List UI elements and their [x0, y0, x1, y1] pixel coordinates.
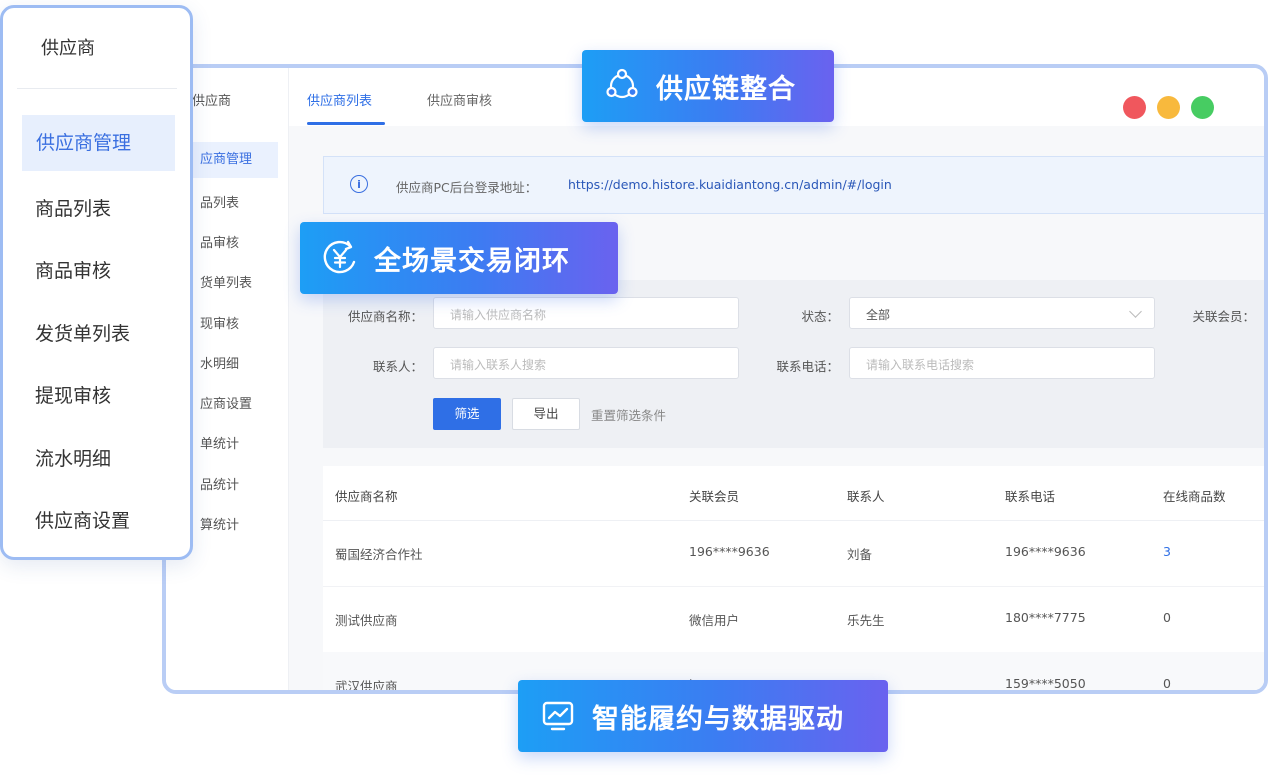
- cell-member: 微信用户: [689, 613, 740, 628]
- cell-phone: 159****5050: [1005, 676, 1086, 691]
- cell-online-goods-count: 0: [1163, 676, 1171, 691]
- sidebar-item-cashflow[interactable]: 水明细: [200, 353, 239, 372]
- menu-item-supplier-settings[interactable]: 供应商设置: [35, 506, 130, 533]
- menu-divider: [17, 88, 177, 89]
- table-row[interactable]: 蜀国经济合作社 196****9636 刘备 196****9636 3: [323, 520, 1264, 587]
- main-content: 供应商列表 供应商审核 i 供应商PC后台登录地址： https://demo.…: [289, 68, 1264, 694]
- login-url-notice: i 供应商PC后台登录地址： https://demo.histore.kuai…: [323, 156, 1264, 214]
- badge-transaction: 全场景交易闭环: [300, 222, 618, 294]
- sidebar-item-goods-stats[interactable]: 品统计: [200, 474, 239, 493]
- badge-supply-chain-label: 供应链整合: [656, 73, 796, 105]
- sidebar-item-settlement-stats[interactable]: 算统计: [200, 514, 239, 533]
- contact-label: 联系人：: [372, 359, 423, 374]
- menu-item-withdraw-review[interactable]: 提现审核: [35, 381, 111, 408]
- cell-phone: 196****9636: [1005, 544, 1086, 559]
- yuan-cycle-icon: [323, 240, 356, 274]
- filter-panel: 供应商名称： 请输入供应商名称 状态： 全部 关联会员： 联系人： 请输入联系人…: [323, 280, 1264, 448]
- sidebar-item-order-stats[interactable]: 单统计: [200, 433, 239, 452]
- menu-title: 供应商: [41, 38, 95, 59]
- menu-item-supplier-manage[interactable]: 供应商管理: [22, 115, 175, 171]
- info-icon: i: [350, 175, 368, 193]
- chevron-down-icon: [1129, 305, 1142, 318]
- cell-online-goods-count: 0: [1163, 610, 1171, 625]
- filter-button[interactable]: 筛选: [433, 398, 501, 430]
- sidebar-item-supplier-manage[interactable]: 应商管理: [192, 142, 278, 178]
- sidebar-item-goods-list[interactable]: 品列表: [200, 192, 239, 211]
- table-row[interactable]: 测试供应商 微信用户 乐先生 180****7775 0: [323, 586, 1264, 653]
- sidebar-title: 供应商: [192, 94, 232, 109]
- status-label: 状态：: [801, 309, 839, 324]
- minimize-dot[interactable]: [1157, 96, 1180, 119]
- contact-input[interactable]: 请输入联系人搜索: [433, 347, 739, 379]
- status-select[interactable]: 全部: [849, 297, 1155, 329]
- badge-transaction-label: 全场景交易闭环: [374, 245, 570, 277]
- tab-active-indicator: [307, 122, 385, 125]
- cell-contact: 乐先生: [847, 613, 885, 628]
- column-header: 关联会员: [689, 489, 740, 504]
- reset-filter-link[interactable]: 重置筛选条件: [591, 405, 666, 424]
- status-value: 全部: [866, 308, 891, 322]
- phone-label: 联系电话：: [776, 359, 839, 374]
- login-url-link[interactable]: https://demo.histore.kuaidiantong.cn/adm…: [568, 177, 892, 192]
- sidebar-item-supplier-settings[interactable]: 应商设置: [200, 393, 252, 412]
- menu-item-goods-list[interactable]: 商品列表: [35, 194, 111, 221]
- supplier-menu-card: 供应商 供应商管理 商品列表 商品审核 发货单列表 提现审核 流水明细 供应商设…: [0, 5, 193, 560]
- close-dot[interactable]: [1123, 96, 1146, 119]
- tab-supplier-list[interactable]: 供应商列表: [307, 90, 372, 109]
- badge-fulfillment-label: 智能履约与数据驱动: [592, 703, 844, 735]
- table-header: 供应商名称 关联会员 联系人 联系电话 在线商品数: [323, 466, 1264, 521]
- export-button[interactable]: 导出: [512, 398, 580, 430]
- supplier-table: 供应商名称 关联会员 联系人 联系电话 在线商品数 蜀国经济合作社 196***…: [323, 466, 1264, 694]
- column-header: 供应商名称: [335, 489, 398, 504]
- share-nodes-icon: [606, 68, 638, 99]
- menu-item-cashflow[interactable]: 流水明细: [35, 444, 111, 471]
- app-window: 供应商 应商管理 品列表 品审核 货单列表 现审核 水明细 应商设置 单统计 品…: [162, 64, 1268, 694]
- cell-supplier-name: 蜀国经济合作社: [335, 547, 423, 562]
- tab-supplier-review[interactable]: 供应商审核: [427, 90, 492, 109]
- menu-item-shipping-list[interactable]: 发货单列表: [35, 319, 130, 346]
- phone-input[interactable]: 请输入联系电话搜索: [849, 347, 1155, 379]
- member-label: 关联会员：: [1192, 309, 1255, 324]
- cell-online-goods-count[interactable]: 3: [1163, 544, 1171, 559]
- supplier-name-input[interactable]: 请输入供应商名称: [433, 297, 739, 329]
- badge-fulfillment: 智能履约与数据驱动: [518, 680, 888, 752]
- supplier-name-label: 供应商名称：: [347, 309, 423, 324]
- cell-supplier-name: 武汉供应商: [335, 679, 398, 694]
- cell-phone: 180****7775: [1005, 610, 1086, 625]
- sidebar-item-shipping-list[interactable]: 货单列表: [200, 272, 252, 291]
- column-header: 在线商品数: [1163, 489, 1226, 504]
- menu-item-goods-review[interactable]: 商品审核: [35, 256, 111, 283]
- column-header: 联系电话: [1005, 489, 1056, 504]
- column-header: 联系人: [847, 489, 885, 504]
- cell-contact: 刘备: [847, 547, 873, 562]
- sidebar-item-withdraw-review[interactable]: 现审核: [200, 313, 239, 332]
- sidebar-item-goods-review[interactable]: 品审核: [200, 232, 239, 251]
- notice-label: 供应商PC后台登录地址：: [396, 180, 538, 195]
- maximize-dot[interactable]: [1191, 96, 1214, 119]
- cell-supplier-name: 测试供应商: [335, 613, 398, 628]
- cell-member: 196****9636: [689, 544, 770, 559]
- badge-supply-chain: 供应链整合: [582, 50, 834, 122]
- chart-monitor-icon: [542, 701, 574, 731]
